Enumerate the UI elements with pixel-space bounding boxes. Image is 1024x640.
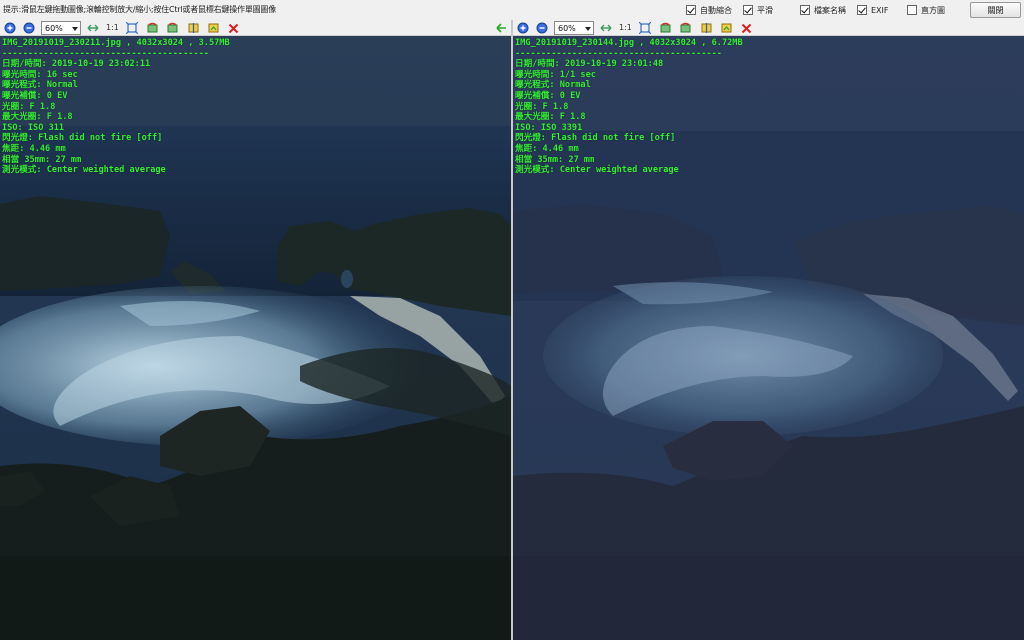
right-exif-iso: ISO: ISO 3391 xyxy=(515,122,583,133)
top-bar: 提示:滑鼠左鍵拖動圖像;滾輪控制放大/縮小;按住Ctrl或者鼠標右鍵操作單圖圖像… xyxy=(0,0,1024,20)
zoom-out-icon[interactable] xyxy=(535,21,549,35)
save-image-icon[interactable] xyxy=(206,21,220,35)
left-exif-max-aperture: 最大光圈: F 1.8 xyxy=(2,112,73,123)
option-histogram[interactable]: 直方圖 xyxy=(907,4,945,16)
rotate-right-icon[interactable] xyxy=(165,21,179,35)
left-exif-overlay: IMG_20191019_230211.jpg , 4032x3024 , 3.… xyxy=(2,38,230,176)
rotate-left-icon[interactable] xyxy=(658,21,672,35)
left-exif-35mm: 相當 35mm: 27 mm xyxy=(2,154,82,165)
histogram-checkbox[interactable] xyxy=(907,5,917,15)
filename-label: 檔案名稱 xyxy=(814,5,846,15)
filename-checkbox[interactable] xyxy=(800,5,810,15)
right-exif-exposure-program: 曝光程式: Normal xyxy=(515,80,591,91)
close-image-icon[interactable] xyxy=(226,21,240,35)
right-toolbar: 60% 1:1 xyxy=(513,20,1024,36)
right-exif-datetime: 日期/時間: 2019-10-19 23:01:48 xyxy=(515,59,664,70)
right-image-pane[interactable]: 60% 1:1 IMG_20191019_230144.jpg , 4032x3… xyxy=(513,20,1024,640)
right-exif-focal-length: 焦距: 4.46 mm xyxy=(515,143,579,154)
close-button[interactable]: 關閉 xyxy=(970,2,1021,18)
left-exif-iso: ISO: ISO 311 xyxy=(2,122,65,133)
left-exif-aperture: 光圈: F 1.8 xyxy=(2,101,56,112)
right-actual-size-button[interactable]: 1:1 xyxy=(619,23,632,32)
flip-icon[interactable] xyxy=(186,21,200,35)
right-zoom-select[interactable]: 60% xyxy=(554,21,594,35)
right-filename-line: IMG_20191019_230144.jpg , 4032x3024 , 6.… xyxy=(515,38,743,48)
close-image-icon[interactable] xyxy=(739,21,753,35)
left-zoom-select[interactable]: 60% xyxy=(41,21,81,35)
right-exif-flash: 閃光燈: Flash did not fire [off] xyxy=(515,133,676,144)
right-exif-metering: 測光模式: Center weighted average xyxy=(515,165,679,176)
right-exif-overlay: IMG_20191019_230144.jpg , 4032x3024 , 6.… xyxy=(515,38,743,176)
flip-icon[interactable] xyxy=(699,21,713,35)
exif-label: EXIF xyxy=(871,5,889,15)
right-exif-aperture: 光圈: F 1.8 xyxy=(515,101,569,112)
left-exif-focal-length: 焦距: 4.46 mm xyxy=(2,143,66,154)
left-exif-metering: 測光模式: Center weighted average xyxy=(2,165,166,176)
right-separator: ---------------------------------------- xyxy=(515,48,722,59)
fit-window-icon[interactable] xyxy=(638,21,652,35)
left-exif-datetime: 日期/時間: 2019-10-19 23:02:11 xyxy=(2,59,151,70)
left-exif-exposure-bias: 曝光補償: 0 EV xyxy=(2,90,68,101)
left-filename-line: IMG_20191019_230211.jpg , 4032x3024 , 3.… xyxy=(2,38,230,48)
zoom-out-icon[interactable] xyxy=(22,21,36,35)
exif-checkbox[interactable] xyxy=(857,5,867,15)
fit-window-icon[interactable] xyxy=(125,21,139,35)
option-filename[interactable]: 檔案名稱 xyxy=(800,4,846,16)
fit-width-icon[interactable] xyxy=(599,21,613,35)
left-image-pane[interactable]: 60% 1:1 IMG_20191019_230211.jpg , 4032x3… xyxy=(0,20,511,640)
left-exif-flash: 閃光燈: Flash did not fire [off] xyxy=(2,133,163,144)
zoom-in-icon[interactable] xyxy=(3,21,17,35)
right-exif-max-aperture: 最大光圈: F 1.8 xyxy=(515,112,586,123)
zoom-in-icon[interactable] xyxy=(516,21,530,35)
histogram-label: 直方圖 xyxy=(921,5,945,15)
option-smooth[interactable]: 平滑 xyxy=(743,4,773,16)
rotate-left-icon[interactable] xyxy=(145,21,159,35)
option-auto-fit[interactable]: 自動縮合 xyxy=(686,4,732,16)
smooth-label: 平滑 xyxy=(757,5,773,15)
auto-fit-label: 自動縮合 xyxy=(700,5,732,15)
rotate-right-icon[interactable] xyxy=(678,21,692,35)
auto-fit-checkbox[interactable] xyxy=(686,5,696,15)
left-exif-exposure-program: 曝光程式: Normal xyxy=(2,80,78,91)
option-exif[interactable]: EXIF xyxy=(857,4,889,16)
save-image-icon[interactable] xyxy=(719,21,733,35)
left-toolbar: 60% 1:1 xyxy=(0,20,511,36)
next-arrow-icon[interactable] xyxy=(494,21,508,35)
usage-hint: 提示:滑鼠左鍵拖動圖像;滾輪控制放大/縮小;按住Ctrl或者鼠標右鍵操作單圖圖像 xyxy=(3,5,277,14)
left-actual-size-button[interactable]: 1:1 xyxy=(106,23,119,32)
smooth-checkbox[interactable] xyxy=(743,5,753,15)
right-exif-exposure-bias: 曝光補償: 0 EV xyxy=(515,90,581,101)
fit-width-icon[interactable] xyxy=(86,21,100,35)
left-zoom-value: 60% xyxy=(45,23,63,33)
left-separator: ---------------------------------------- xyxy=(2,48,209,59)
right-exif-exposure-time: 曝光時間: 1/1 sec xyxy=(515,69,596,80)
right-zoom-value: 60% xyxy=(558,23,576,33)
left-exif-exposure-time: 曝光時間: 16 sec xyxy=(2,69,78,80)
right-exif-35mm: 相當 35mm: 27 mm xyxy=(515,154,595,165)
